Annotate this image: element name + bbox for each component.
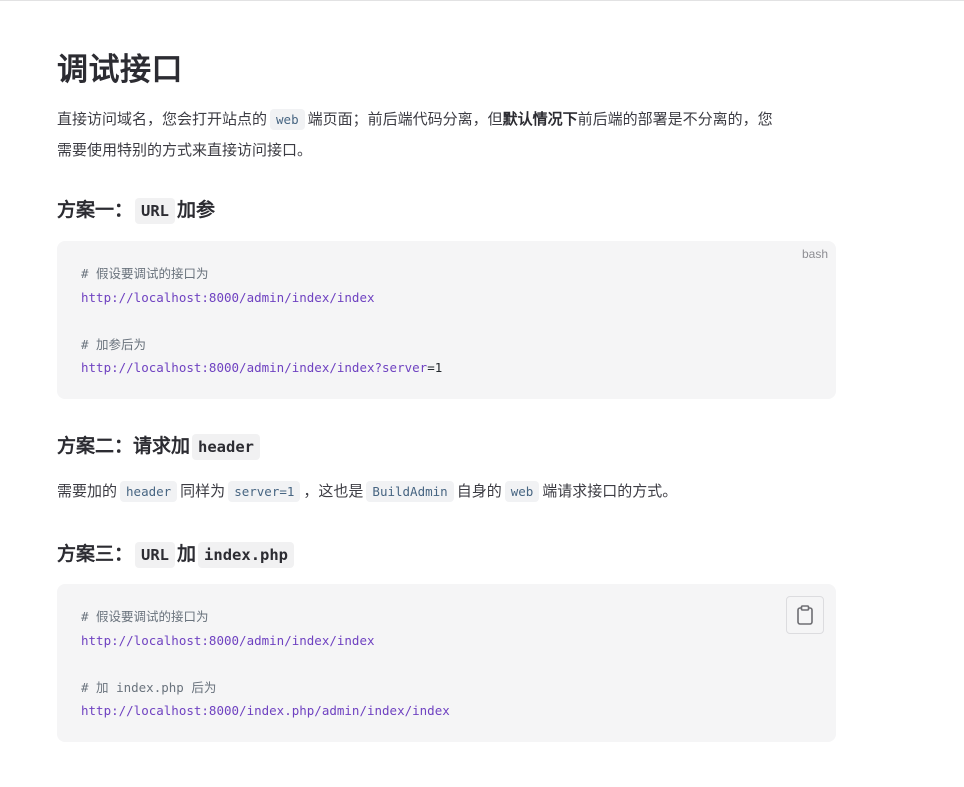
- para-text: 自身的: [456, 482, 502, 500]
- code-comment: # 加 index.php 后为: [81, 679, 217, 695]
- inline-code-web: web: [504, 481, 540, 502]
- intro-strong: 默认情况下: [502, 110, 578, 128]
- section3-heading: 方案三： URL 加 index.php: [57, 540, 296, 569]
- para-text: ，这也是: [303, 482, 364, 500]
- inline-code-header: header: [192, 434, 261, 460]
- code-value: =1: [427, 360, 443, 376]
- heading-text: 加参: [177, 199, 216, 221]
- intro-text: 需要使用特别的方式来直接访问接口。: [57, 141, 313, 159]
- code-url: http://localhost:8000/admin/index/index: [81, 632, 375, 648]
- code-block-3[interactable]: # 假设要调试的接口为 http://localhost:8000/admin/…: [57, 584, 836, 742]
- heading-text: 方案二：请求加: [57, 435, 191, 457]
- code-language-label: bash: [801, 247, 828, 261]
- para-text: 端请求接口的方式。: [542, 482, 678, 500]
- inline-code-index-php: index.php: [198, 542, 295, 568]
- inline-code-header: header: [120, 481, 178, 502]
- page-title: 调试接口: [57, 52, 183, 88]
- intro-paragraph: 直接访问域名，您会打开站点的 web 端页面；前后端代码分离，但默认情况下前后端的部…: [57, 104, 773, 166]
- section2-heading: 方案二：请求加 header: [57, 432, 262, 461]
- para-text: 需要加的: [57, 482, 118, 500]
- inline-code-url: URL: [135, 542, 176, 568]
- heading-text: 方案三：: [57, 543, 134, 565]
- code-block-1[interactable]: bash # 假设要调试的接口为 http://localhost:8000/a…: [57, 241, 836, 399]
- section1-heading: 方案一： URL 加参: [57, 196, 215, 225]
- code-url-line: http://localhost:8000/admin/index/index?…: [81, 356, 812, 380]
- intro-text: 端页面；前后端代码分离，但: [307, 110, 503, 128]
- code-url: http://localhost:8000/index.php/admin/in…: [81, 703, 450, 719]
- inline-code-url: URL: [135, 198, 176, 224]
- code-url: http://localhost:8000/admin/index/index?…: [81, 360, 428, 376]
- clipboard-icon: [797, 605, 813, 625]
- heading-text: 加: [177, 543, 197, 565]
- heading-text: 方案一：: [57, 199, 134, 221]
- code-comment: # 假设要调试的接口为: [81, 266, 209, 281]
- copy-button[interactable]: [786, 596, 824, 634]
- intro-text: 前后端的部署是不分离的，您: [577, 110, 773, 128]
- code-comment: # 假设要调试的接口为: [81, 609, 209, 624]
- code-comment: # 加参后为: [81, 336, 147, 352]
- section2-paragraph: 需要加的 header 同样为 server=1 ，这也是 BuildAdmin 自身的 we…: [57, 476, 677, 507]
- inline-code-web: web: [270, 109, 305, 130]
- para-text: 同样为: [180, 482, 226, 500]
- code-url: http://localhost:8000/admin/index/index: [81, 289, 375, 305]
- inline-code-buildadmin: BuildAdmin: [366, 481, 454, 502]
- inline-code-server: server=1: [228, 481, 301, 502]
- intro-text: 直接访问域名，您会打开站点的: [57, 110, 268, 128]
